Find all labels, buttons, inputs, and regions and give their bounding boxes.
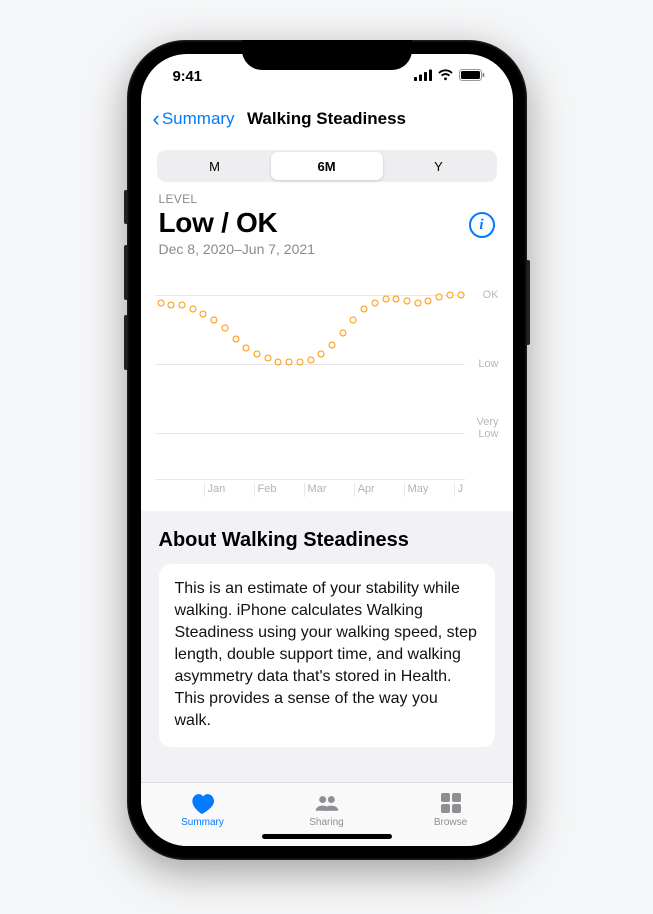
time-range-segmented: M 6M Y (157, 150, 497, 182)
chart-point (179, 302, 186, 309)
chart-point (403, 297, 410, 304)
tab-summary[interactable]: Summary (141, 783, 265, 836)
chart-point (264, 355, 271, 362)
chart-point (361, 306, 368, 313)
chart-point (307, 357, 314, 364)
tab-label: Summary (181, 817, 224, 828)
heart-icon (190, 792, 216, 814)
back-button[interactable]: ‹ Summary (153, 108, 235, 130)
wifi-icon (437, 68, 454, 85)
x-tick: J (454, 483, 465, 497)
chart-point (232, 336, 239, 343)
people-icon (314, 792, 340, 814)
y-tick-low: Low (478, 358, 498, 370)
status-indicators (414, 68, 485, 85)
status-time: 9:41 (173, 68, 202, 85)
tab-label: Browse (434, 817, 467, 828)
about-heading: About Walking Steadiness (159, 529, 495, 552)
x-tick: May (404, 483, 454, 497)
level-summary: LEVEL Low / OK Dec 8, 2020–Jun 7, 2021 i (155, 192, 499, 257)
about-section: About Walking Steadiness This is an esti… (141, 511, 513, 782)
segment-month[interactable]: M (159, 152, 271, 180)
cellular-icon (414, 68, 432, 85)
x-axis: Jan Feb Mar Apr May J (155, 483, 465, 497)
level-value: Low / OK (159, 207, 315, 239)
chart-dots-layer (155, 267, 461, 479)
chart-point (446, 291, 453, 298)
segment-six-months[interactable]: 6M (271, 152, 383, 180)
chart-point (457, 291, 464, 298)
chart-point (425, 297, 432, 304)
page-title: Walking Steadiness (247, 109, 406, 129)
back-label: Summary (162, 109, 235, 129)
chart-point (414, 300, 421, 307)
nav-bar: ‹ Summary Walking Steadiness (141, 98, 513, 140)
y-tick-very-low: VeryLow (476, 416, 498, 440)
x-tick: Jan (204, 483, 254, 497)
notch (242, 40, 412, 70)
chart-point (200, 310, 207, 317)
chart-point (339, 329, 346, 336)
x-tick: Apr (354, 483, 404, 497)
chart-point (286, 359, 293, 366)
date-range: Dec 8, 2020–Jun 7, 2021 (159, 241, 315, 257)
x-tick: Mar (304, 483, 354, 497)
home-indicator[interactable] (262, 834, 392, 839)
segment-year[interactable]: Y (383, 152, 495, 180)
x-tick (155, 483, 204, 497)
chart-point (275, 359, 282, 366)
grid-icon (438, 792, 464, 814)
info-button[interactable]: i (469, 212, 495, 238)
screen: 9:41 ‹ Summary Walking Steadiness (141, 54, 513, 846)
chart-point (189, 306, 196, 313)
chart-point (157, 300, 164, 307)
chart-point (296, 359, 303, 366)
chart-point (436, 293, 443, 300)
y-tick-ok: OK (483, 289, 499, 301)
tab-sharing[interactable]: Sharing (265, 783, 389, 836)
chart-point (382, 295, 389, 302)
battery-icon (459, 68, 485, 85)
content-area: M 6M Y LEVEL Low / OK Dec 8, 2020–Jun 7,… (141, 140, 513, 782)
chart-point (328, 342, 335, 349)
steadiness-chart[interactable]: OK Low VeryLow Jan Feb Mar Apr May J (155, 267, 499, 497)
x-tick: Feb (254, 483, 304, 497)
chart-point (168, 302, 175, 309)
chart-point (350, 317, 357, 324)
chart-point (371, 300, 378, 307)
chart-point (254, 350, 261, 357)
chart-point (221, 325, 228, 332)
chart-point (318, 350, 325, 357)
chevron-left-icon: ‹ (153, 108, 160, 130)
chart-point (211, 317, 218, 324)
chart-point (243, 344, 250, 351)
tab-browse[interactable]: Browse (389, 783, 513, 836)
tab-label: Sharing (309, 817, 343, 828)
level-caption: LEVEL (159, 192, 315, 206)
chart-point (393, 295, 400, 302)
about-card: This is an estimate of your stability wh… (159, 564, 495, 747)
phone-frame: 9:41 ‹ Summary Walking Steadiness (127, 40, 527, 860)
